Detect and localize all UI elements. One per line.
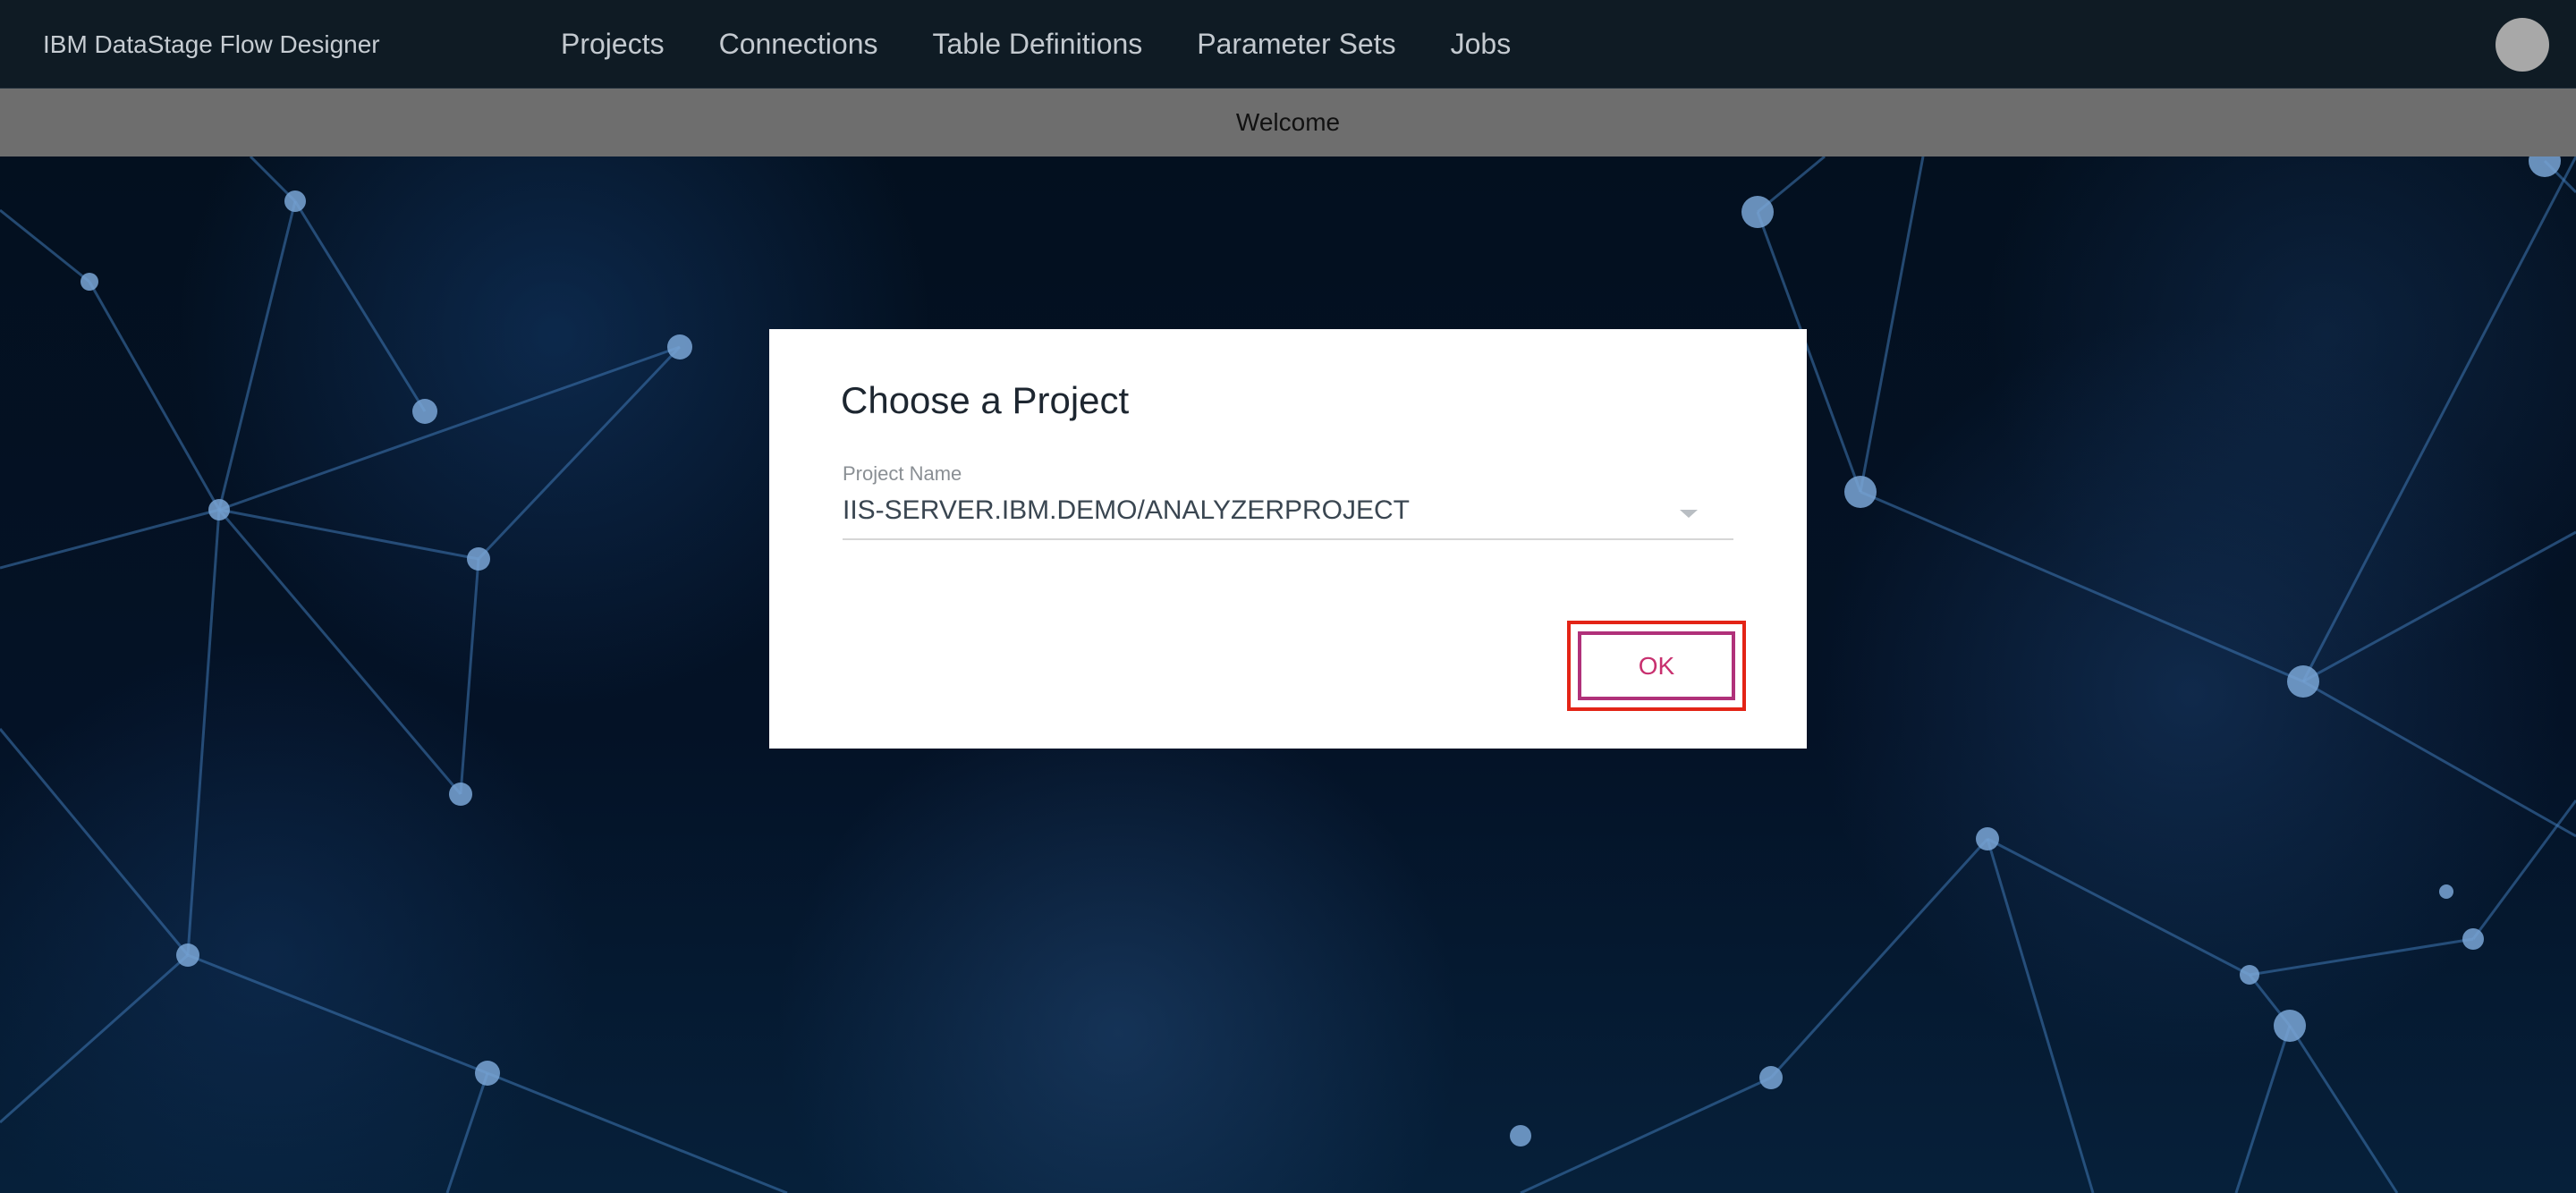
app-root: IBM DataStage Flow Designer Projects Con… (0, 0, 2576, 1193)
welcome-tab: Welcome (0, 89, 2576, 157)
welcome-label: Welcome (1235, 108, 1341, 136)
choose-project-dialog: Choose a Project Project Name IIS-SERVER… (769, 329, 1807, 749)
app-brand-title: IBM DataStage Flow Designer (43, 30, 380, 58)
chevron-down-icon[interactable] (1680, 510, 1698, 518)
nav-item-parameter-sets[interactable]: Parameter Sets (1197, 28, 1395, 61)
dialog-title: Choose a Project (841, 379, 1130, 421)
nav-item-jobs[interactable]: Jobs (1451, 28, 1512, 61)
nav-item-projects[interactable]: Projects (561, 28, 665, 61)
ok-button[interactable]: OK (1578, 631, 1735, 700)
top-nav-bar: IBM DataStage Flow Designer Projects Con… (0, 0, 2576, 89)
project-name-dropdown[interactable]: IIS-SERVER.IBM.DEMO/ANALYZERPROJECT (843, 495, 1733, 540)
main-nav: Projects Connections Table Definitions P… (561, 0, 1511, 89)
user-avatar-icon[interactable] (2496, 18, 2549, 72)
project-name-label: Project Name (843, 462, 962, 485)
nav-item-table-definitions[interactable]: Table Definitions (932, 28, 1142, 61)
nav-item-connections[interactable]: Connections (719, 28, 878, 61)
project-name-value: IIS-SERVER.IBM.DEMO/ANALYZERPROJECT (843, 495, 1410, 525)
